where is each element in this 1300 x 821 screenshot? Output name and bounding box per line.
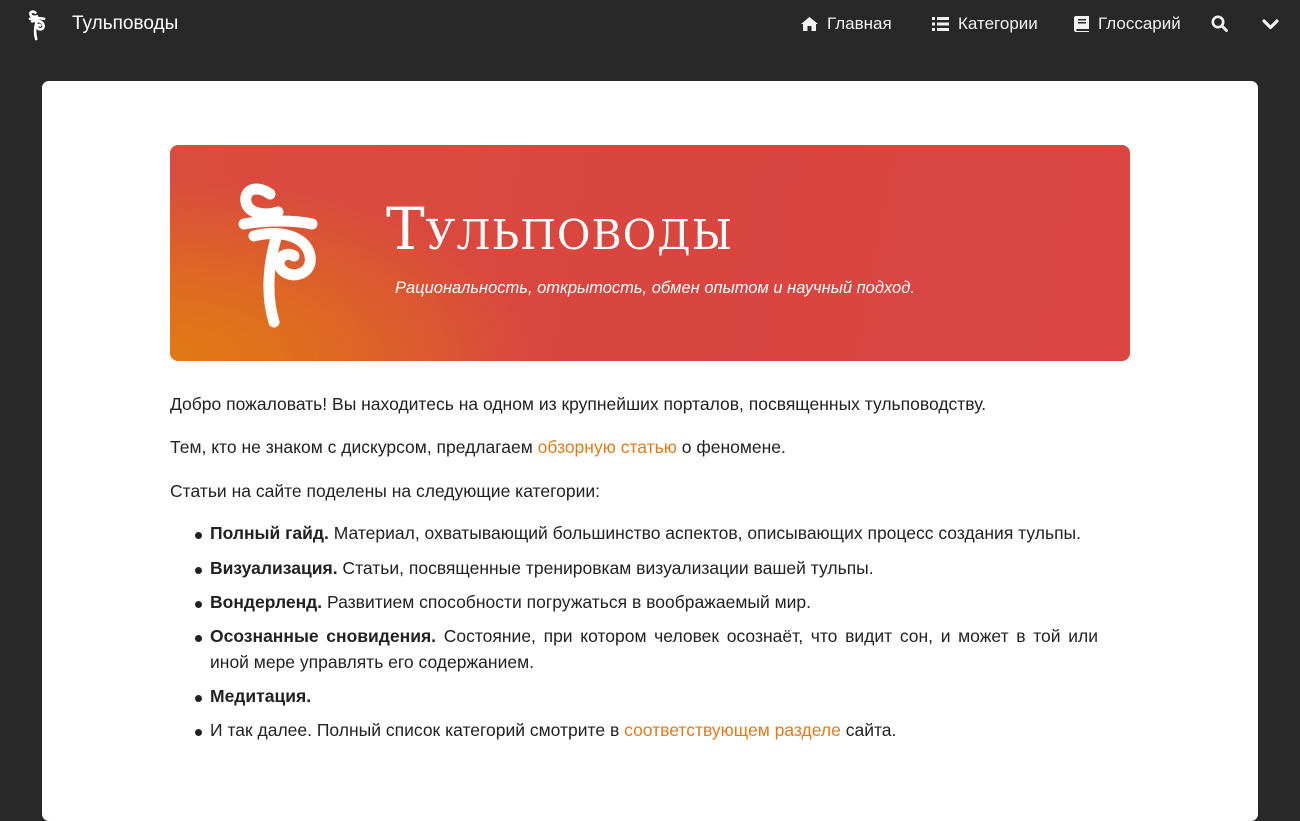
- hero-title: Тульповоды: [386, 195, 733, 263]
- list-item: И так далее. Полный список категорий смо…: [195, 718, 1098, 743]
- overview-paragraph: Тем, кто не знаком с дискурсом, предлага…: [170, 435, 1098, 460]
- content-card: Тульповоды Рациональность, открытость, о…: [42, 81, 1258, 821]
- site-logo-icon[interactable]: [27, 9, 47, 41]
- home-icon: [801, 17, 818, 31]
- overview-text-before: Тем, кто не знаком с дискурсом, предлага…: [170, 437, 538, 458]
- list-item: Вондерленд. Развитием способности погруж…: [195, 590, 1098, 615]
- category-desc: Развитием способности погружаться в вооб…: [322, 591, 812, 612]
- top-navbar: Тульповоды Главная Категории Глоссарий: [0, 0, 1300, 52]
- site-brand[interactable]: Тульповоды: [72, 13, 178, 35]
- overview-article-link[interactable]: обзорную статью: [538, 437, 677, 457]
- main-content: Добро пожаловать! Вы находитесь на одном…: [170, 392, 1098, 753]
- category-name: Вондерленд.: [210, 591, 323, 612]
- category-desc: Статьи, посвященные тренировкам визуализ…: [337, 557, 874, 578]
- search-button[interactable]: [1211, 15, 1228, 37]
- list-item: Медитация.: [195, 684, 1098, 709]
- list-item: Осознанные сновидения. Состояние, при ко…: [195, 624, 1098, 675]
- nav-item-categories-label: Категории: [958, 14, 1038, 33]
- hero-banner: Тульповоды Рациональность, открытость, о…: [170, 145, 1130, 361]
- list-item: Визуализация. Статьи, посвященные тренир…: [195, 556, 1098, 581]
- nav-item-categories[interactable]: Категории: [932, 14, 1038, 34]
- overview-text-after: о феномене.: [676, 437, 786, 458]
- categories-footer-before: И так далее. Полный список категорий смо…: [210, 720, 625, 741]
- categories-section-link[interactable]: соответствующем разделе: [624, 720, 841, 740]
- categories-list: Полный гайд. Материал, охватывающий боль…: [170, 521, 1098, 744]
- list-icon: [932, 17, 949, 31]
- search-icon: [1211, 15, 1228, 32]
- book-icon: [1074, 16, 1089, 32]
- category-name: Полный гайд.: [210, 523, 329, 544]
- chevron-down-icon: [1262, 19, 1279, 30]
- nav-item-glossary[interactable]: Глоссарий: [1074, 14, 1181, 34]
- list-item: Полный гайд. Материал, охватывающий боль…: [195, 521, 1098, 546]
- category-desc: Материал, охватывающий большинство аспек…: [328, 523, 1081, 544]
- category-name: Осознанные сновидения.: [210, 626, 437, 647]
- categories-intro: Статьи на сайте поделены на следующие ка…: [170, 480, 600, 501]
- hero-subtitle: Рациональность, открытость, обмен опытом…: [395, 279, 915, 297]
- welcome-text: Добро пожаловать! Вы находитесь на одном…: [170, 394, 987, 414]
- categories-footer-after: сайта.: [840, 720, 897, 741]
- nav-item-home[interactable]: Главная: [801, 14, 892, 34]
- category-name: Медитация.: [210, 686, 312, 706]
- category-name: Визуализация.: [210, 557, 338, 578]
- nav-item-glossary-label: Глоссарий: [1098, 14, 1181, 33]
- menu-toggle-button[interactable]: [1262, 18, 1279, 36]
- tulpa-logo-icon: [238, 183, 318, 328]
- nav-item-home-label: Главная: [827, 14, 892, 33]
